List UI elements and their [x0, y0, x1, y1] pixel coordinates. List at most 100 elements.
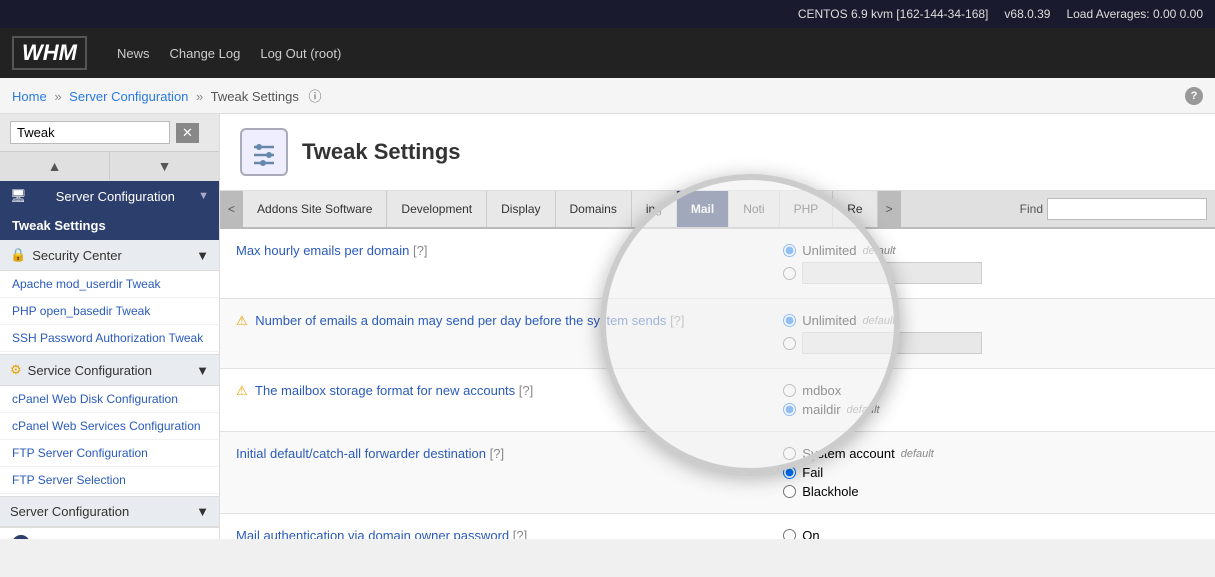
- sidebar-nav-up[interactable]: ▲: [0, 152, 110, 180]
- tab-scroll-left[interactable]: <: [220, 191, 243, 227]
- sidebar-section-service-config[interactable]: ⚙ Service Configuration ▼: [0, 354, 219, 386]
- sidebar: ✕ ▲ ▼ 🖥 Server Configuration ▼ Tweak Set…: [0, 114, 220, 539]
- topbar: CENTOS 6.9 kvm [162-144-34-168] v68.0.39…: [0, 0, 1215, 28]
- back-to-top-label: Back To Top: [36, 537, 106, 540]
- radio-row: maildir default: [783, 402, 1199, 417]
- tab-display[interactable]: Display: [487, 191, 555, 227]
- table-row: ⚠ Number of emails a domain may send per…: [220, 299, 1215, 369]
- radio-label: Unlimited: [802, 243, 856, 258]
- sidebar-section-label: Server Configuration: [56, 189, 175, 204]
- radio-blackhole[interactable]: [783, 485, 796, 498]
- radio-custom-1[interactable]: [783, 267, 796, 280]
- sidebar-service-label: Service Configuration: [28, 363, 152, 378]
- tabs-bar: < Addons Site Software Development Displ…: [220, 191, 1215, 229]
- tweak-icon: [249, 137, 279, 167]
- sidebar-link-apache[interactable]: Apache mod_userdir Tweak: [0, 271, 219, 298]
- main-layout: ✕ ▲ ▼ 🖥 Server Configuration ▼ Tweak Set…: [0, 114, 1215, 539]
- sidebar-security-label: Security Center: [32, 248, 122, 263]
- radio-label: Blackhole: [802, 484, 858, 499]
- version-info: v68.0.39: [1004, 7, 1050, 21]
- sidebar-nav-down[interactable]: ▼: [110, 152, 219, 180]
- breadcrumb: Home » Server Configuration » Tweak Sett…: [12, 86, 321, 105]
- sidebar-security-chevron: ▼: [196, 248, 209, 263]
- breadcrumb-current: Tweak Settings: [211, 89, 299, 104]
- sidebar-section-icon: 🖥: [10, 188, 27, 204]
- tab-noti[interactable]: Noti: [729, 191, 779, 227]
- tab-addons[interactable]: Addons Site Software: [243, 191, 387, 227]
- sidebar-section-server-config[interactable]: 🖥 Server Configuration ▼: [0, 181, 219, 211]
- help-link-1[interactable]: [?]: [413, 243, 427, 258]
- tab-php[interactable]: PHP: [780, 191, 834, 227]
- setting-label-5: Mail authentication via domain owner pas…: [236, 528, 527, 539]
- help-link-3[interactable]: [?]: [519, 383, 533, 398]
- tab-development[interactable]: Development: [387, 191, 487, 227]
- default-badge: default: [862, 245, 895, 257]
- sidebar-section-server-config2[interactable]: Server Configuration ▼: [0, 496, 219, 527]
- setting-label-1: Max hourly emails per domain [?]: [236, 243, 428, 258]
- radio-row: Fail: [783, 465, 1199, 480]
- server-info: CENTOS 6.9 kvm [162-144-34-168]: [798, 7, 989, 21]
- setting-options-1: Unlimited default: [783, 243, 1199, 284]
- tab-mail[interactable]: Mail: [677, 191, 729, 227]
- radio-mdbox[interactable]: [783, 384, 796, 397]
- setting-label-3: ⚠ The mailbox storage format for new acc…: [236, 383, 533, 398]
- radio-fail[interactable]: [783, 466, 796, 479]
- sidebar-search-input[interactable]: [10, 121, 170, 144]
- sidebar-link-ftp-selection[interactable]: FTP Server Selection: [0, 467, 219, 494]
- tab-re[interactable]: Re: [833, 191, 877, 227]
- setting-text-input-1[interactable]: [802, 262, 982, 284]
- radio-label: maildir: [802, 402, 840, 417]
- radio-unlimited-2[interactable]: [783, 314, 796, 327]
- radio-unlimited-1[interactable]: [783, 244, 796, 257]
- breadcrumb-help[interactable]: ⓘ: [308, 89, 321, 104]
- sidebar-search-clear[interactable]: ✕: [176, 123, 199, 143]
- help-link-4[interactable]: [?]: [490, 446, 504, 461]
- find-input[interactable]: [1047, 198, 1207, 220]
- breadcrumb-section[interactable]: Server Configuration: [69, 89, 188, 104]
- tab-scroll-right[interactable]: >: [878, 191, 901, 227]
- sidebar-link-php[interactable]: PHP open_basedir Tweak: [0, 298, 219, 325]
- help-link-5[interactable]: [?]: [513, 528, 527, 539]
- service-icon: ⚙: [10, 362, 22, 378]
- radio-row: [783, 332, 1199, 354]
- page-header: Tweak Settings: [220, 114, 1215, 191]
- tab-domains[interactable]: Domains: [556, 191, 632, 227]
- breadcrumb-sep1: »: [54, 89, 61, 104]
- sidebar-link-ftp-config[interactable]: FTP Server Configuration: [0, 440, 219, 467]
- setting-text-input-2[interactable]: [802, 332, 982, 354]
- sidebar-active-label: Tweak Settings: [12, 218, 106, 233]
- radio-row: Blackhole: [783, 484, 1199, 499]
- sidebar-link-ssh[interactable]: SSH Password Authorization Tweak: [0, 325, 219, 352]
- help-link-2[interactable]: [?]: [670, 313, 684, 328]
- radio-custom-2[interactable]: [783, 337, 796, 350]
- radio-row: [783, 262, 1199, 284]
- nav-logout[interactable]: Log Out (root): [260, 46, 341, 61]
- radio-maildir[interactable]: [783, 403, 796, 416]
- default-badge: default: [847, 404, 880, 416]
- radio-on[interactable]: [783, 529, 796, 539]
- nav-news[interactable]: News: [117, 46, 150, 61]
- back-to-top[interactable]: ↑ Back To Top: [0, 527, 219, 539]
- content-area: Tweak Settings < Addons Site Software De…: [220, 114, 1215, 539]
- setting-label-2: ⚠ Number of emails a domain may send per…: [236, 313, 685, 328]
- nav-changelog[interactable]: Change Log: [170, 46, 241, 61]
- sidebar-section3-chevron: ▼: [196, 504, 209, 519]
- breadcrumb-home[interactable]: Home: [12, 89, 47, 104]
- tab-ing[interactable]: ing: [632, 191, 677, 227]
- sidebar-link-webservices[interactable]: cPanel Web Services Configuration: [0, 413, 219, 440]
- radio-label: Fail: [802, 465, 823, 480]
- sidebar-link-webdisk[interactable]: cPanel Web Disk Configuration: [0, 386, 219, 413]
- sidebar-security-center[interactable]: 🔒 Security Center ▼: [0, 240, 219, 271]
- sidebar-chevron: ▼: [198, 190, 209, 202]
- setting-options-4: System account default Fail Blackhole: [783, 446, 1199, 499]
- table-row: Mail authentication via domain owner pas…: [220, 514, 1215, 540]
- radio-system-account[interactable]: [783, 447, 796, 460]
- sidebar-nav-arrows: ▲ ▼: [0, 152, 219, 181]
- setting-options-3: mdbox maildir default: [783, 383, 1199, 417]
- page-help-icon[interactable]: ?: [1185, 87, 1203, 105]
- setting-options-5: On Off default: [783, 528, 1199, 539]
- radio-label: Unlimited: [802, 313, 856, 328]
- warning-icon: ⚠: [236, 383, 248, 398]
- settings-table: Max hourly emails per domain [?] Unlimit…: [220, 229, 1215, 539]
- lock-icon: 🔒: [10, 247, 26, 263]
